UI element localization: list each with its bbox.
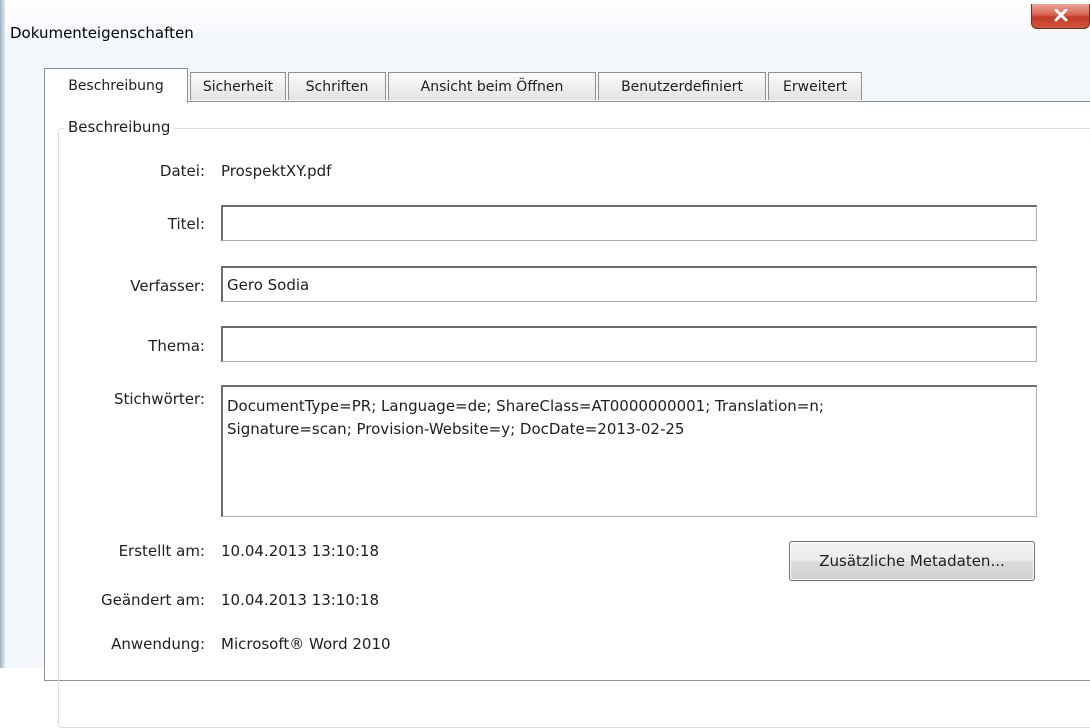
subject-label: Thema:	[148, 337, 205, 355]
tab-benutzerdefiniert[interactable]: Benutzerdefiniert	[598, 72, 766, 100]
description-group-title: Beschreibung	[64, 118, 175, 136]
author-label: Verfasser:	[130, 277, 205, 295]
file-label: Datei:	[159, 162, 205, 180]
created-value: 10.04.2013 13:10:18	[221, 542, 380, 560]
close-icon	[1054, 9, 1068, 22]
window-left-edge	[0, 0, 5, 668]
application-label: Anwendung:	[111, 635, 205, 653]
subject-field[interactable]	[221, 326, 1037, 362]
tab-sicherheit[interactable]: Sicherheit	[190, 72, 286, 100]
document-properties-dialog: Dokumenteigenschaften Beschreibung Siche…	[0, 0, 1090, 728]
title-field[interactable]	[221, 205, 1037, 241]
additional-metadata-button[interactable]: Zusätzliche Metadaten...	[789, 541, 1035, 581]
keywords-label: Stichwörter:	[113, 390, 205, 408]
tab-erweitert[interactable]: Erweitert	[768, 72, 862, 100]
modified-label: Geändert am:	[101, 591, 205, 609]
tab-beschreibung[interactable]: Beschreibung	[44, 68, 188, 103]
application-value: Microsoft® Word 2010	[221, 635, 391, 653]
keywords-field[interactable]: DocumentType=PR; Language=de; ShareClass…	[221, 385, 1037, 517]
file-value: ProspektXY.pdf	[221, 162, 332, 180]
modified-value: 10.04.2013 13:10:18	[221, 591, 380, 609]
tab-ansicht-beim-oeffnen[interactable]: Ansicht beim Öffnen	[388, 72, 596, 100]
title-label: Titel:	[167, 215, 205, 233]
window-title: Dokumenteigenschaften	[10, 24, 194, 42]
created-label: Erstellt am:	[118, 542, 205, 560]
close-button[interactable]	[1031, 4, 1090, 29]
tab-schriften[interactable]: Schriften	[288, 72, 386, 100]
author-field[interactable]	[221, 266, 1037, 302]
